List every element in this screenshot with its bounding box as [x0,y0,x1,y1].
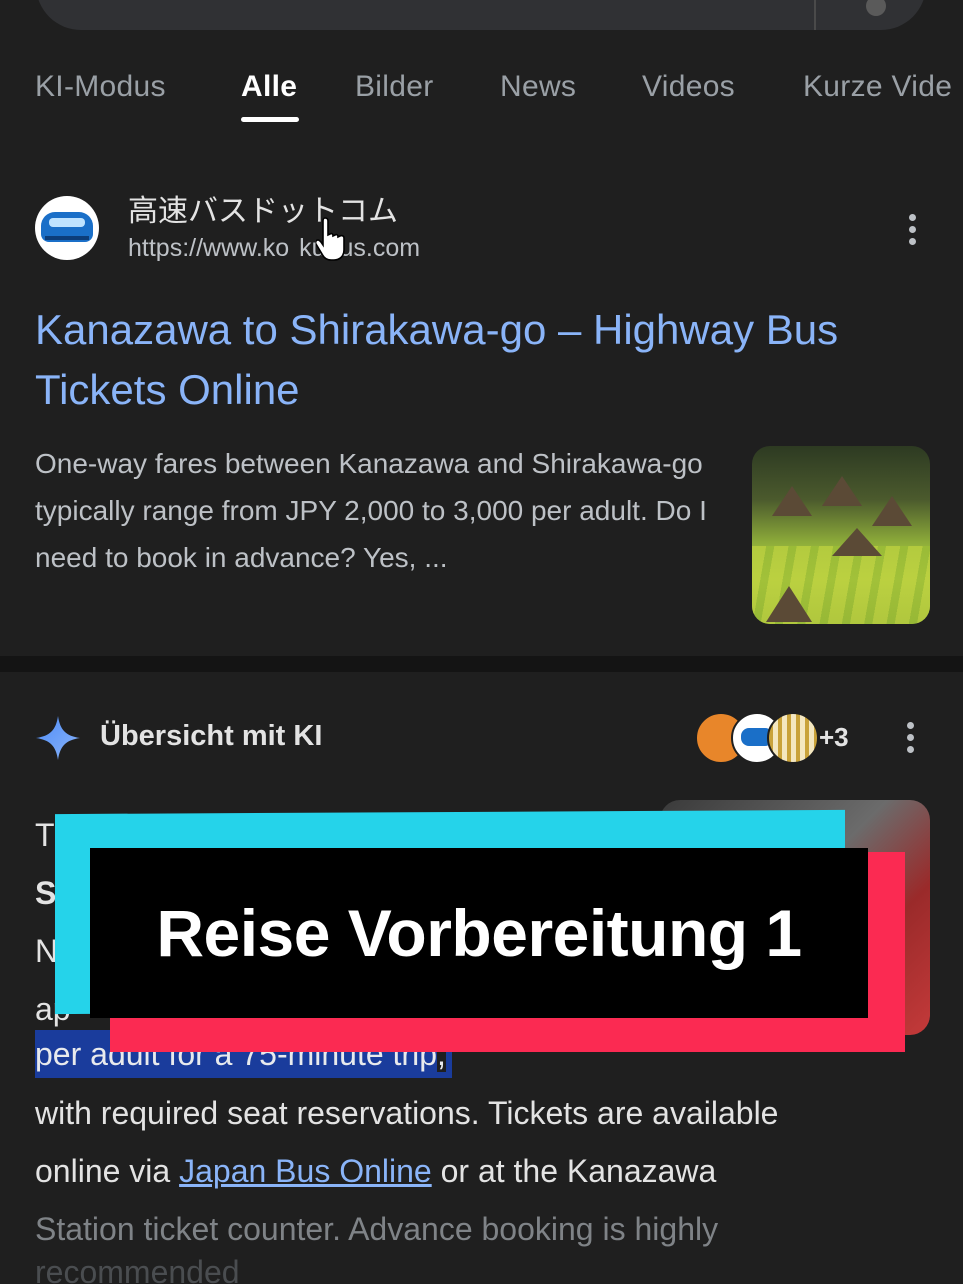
ai-line-text: or at the Kanazawa [431,1153,717,1189]
ai-line-text: online via [35,1153,180,1189]
site-name[interactable]: 高速バスドットコム [128,186,398,230]
thumb-house [822,476,862,506]
tab-kurze-videos[interactable]: Kurze Vide [803,70,952,104]
site-url[interactable]: https://www.ko kubus.com [128,234,420,263]
search-tabs: KI-Modus Alle Bilder News Videos Kurze V… [0,60,963,120]
site-favicon[interactable] [35,196,99,260]
tab-videos[interactable]: Videos [642,70,735,104]
hand-cursor-icon [316,217,345,261]
ai-overview-heading: Übersicht mit KI [100,720,323,752]
sources-more-count[interactable]: +3 [819,722,849,753]
japan-bus-online-link[interactable]: Japan Bus Online [179,1153,432,1189]
result-snippet: One-way fares between Kanazawa and Shira… [35,448,707,573]
source-temple-icon[interactable] [767,712,819,764]
section-separator [0,656,963,672]
tab-news[interactable]: News [500,70,576,104]
more-options-icon[interactable] [902,214,922,254]
search-action-icon[interactable] [866,0,886,16]
thumb-house [872,496,912,526]
tab-alle[interactable]: Alle [241,70,297,104]
active-tab-indicator [241,117,299,122]
search-bar[interactable] [36,0,926,30]
ai-line: with required seat reservations. Tickets… [35,1095,779,1131]
tab-bilder[interactable]: Bilder [355,70,434,104]
ai-overview-body: with required seat reservations. Tickets… [35,1084,935,1258]
ai-line: Station ticket counter. Advance booking … [35,1211,719,1247]
source-icons[interactable]: +3 [695,712,895,764]
result-thumbnail[interactable] [752,446,930,624]
thumb-house [772,486,812,516]
screen: KI-Modus Alle Bilder News Videos Kurze V… [0,0,963,1284]
logo-stripe [45,236,89,240]
thumb-house [832,528,882,556]
caption-text: Reise Vorbereitung 1 [156,896,802,970]
tab-ki-modus[interactable]: KI-Modus [35,70,166,104]
ai-sparkle-icon [36,716,80,760]
ai-more-options-icon[interactable] [900,722,920,762]
ai-line: online via Japan Bus Online or at the Ka… [35,1142,935,1200]
search-divider [814,0,816,30]
ai-faded-line: recommended [35,1254,240,1284]
result-title-link[interactable]: Kanazawa to Shirakawa-go – Highway Bus T… [35,300,935,420]
